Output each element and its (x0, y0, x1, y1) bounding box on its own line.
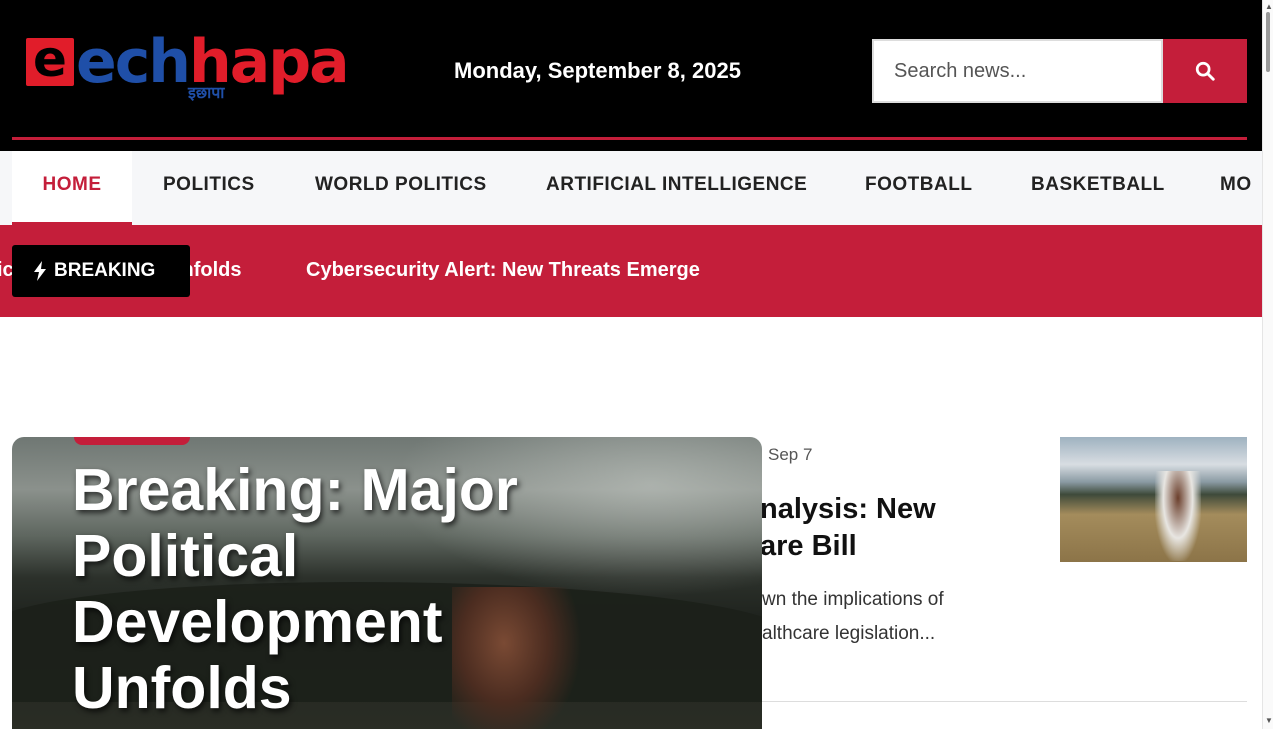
breaking-label: BREAKING (12, 245, 190, 297)
article-excerpt: wn the implications of althcare legislat… (762, 589, 944, 644)
hero-story[interactable]: Breaking: Major Political Development Un… (12, 437, 762, 729)
nav-item-home[interactable]: HOME (12, 151, 132, 225)
thumbnail-person (1155, 471, 1201, 561)
nav-item-artificial-intelligence[interactable]: ARTIFICIAL INTELLIGENCE (546, 151, 807, 225)
breaking-label-text: BREAKING (54, 260, 156, 281)
nav-item-politics[interactable]: POLITICS (163, 151, 255, 225)
hero-category-tag (74, 437, 190, 445)
ticker-item[interactable]: Cybersecurity Alert: New Threats Emerge (306, 259, 700, 282)
search-icon (1195, 61, 1215, 81)
current-date: Monday, September 8, 2025 (454, 58, 741, 83)
nav-item-world-politics[interactable]: WORLD POLITICS (315, 151, 487, 225)
nav-item-basketball[interactable]: BASKETBALL (1031, 151, 1165, 225)
scroll-down-arrow-icon[interactable]: ▼ (1265, 716, 1273, 725)
nav-item-more[interactable]: MO (1220, 151, 1252, 225)
article-thumbnail[interactable] (1060, 437, 1247, 562)
nav-item-football[interactable]: FOOTBALL (865, 151, 972, 225)
site-header: e echhapa इछापा Monday, September 8, 202… (0, 0, 1262, 151)
article-date: Sep 7 (768, 445, 813, 464)
scroll-up-arrow-icon[interactable]: ▲ (1265, 2, 1273, 11)
logo-e-mark: e (26, 31, 74, 87)
page-scrollbar[interactable]: ▲ ▼ (1262, 0, 1273, 729)
side-article: Sep 7 nalysis: New are Bill wn the impli… (762, 437, 1247, 729)
search-button[interactable] (1163, 39, 1247, 103)
article-divider (762, 701, 1247, 702)
site-logo[interactable]: e echhapa इछापा (26, 27, 350, 104)
hero-title[interactable]: Breaking: Major Political Development Un… (72, 457, 672, 721)
logo-wordmark-blue: ech (76, 27, 191, 97)
search-bar (872, 39, 1247, 103)
logo-subtitle: इछापा (188, 83, 225, 102)
breaking-ticker: ical Development Unfolds Cybersecurity A… (0, 225, 1262, 317)
logo-e-letter: e (33, 30, 67, 88)
lightning-icon (34, 261, 46, 281)
search-input[interactable] (872, 39, 1163, 103)
header-divider (12, 137, 1247, 140)
scrollbar-thumb[interactable] (1266, 12, 1270, 72)
article-title[interactable]: nalysis: New are Bill (762, 491, 1020, 565)
main-nav: HOME POLITICS WORLD POLITICS ARTIFICIAL … (0, 151, 1262, 225)
